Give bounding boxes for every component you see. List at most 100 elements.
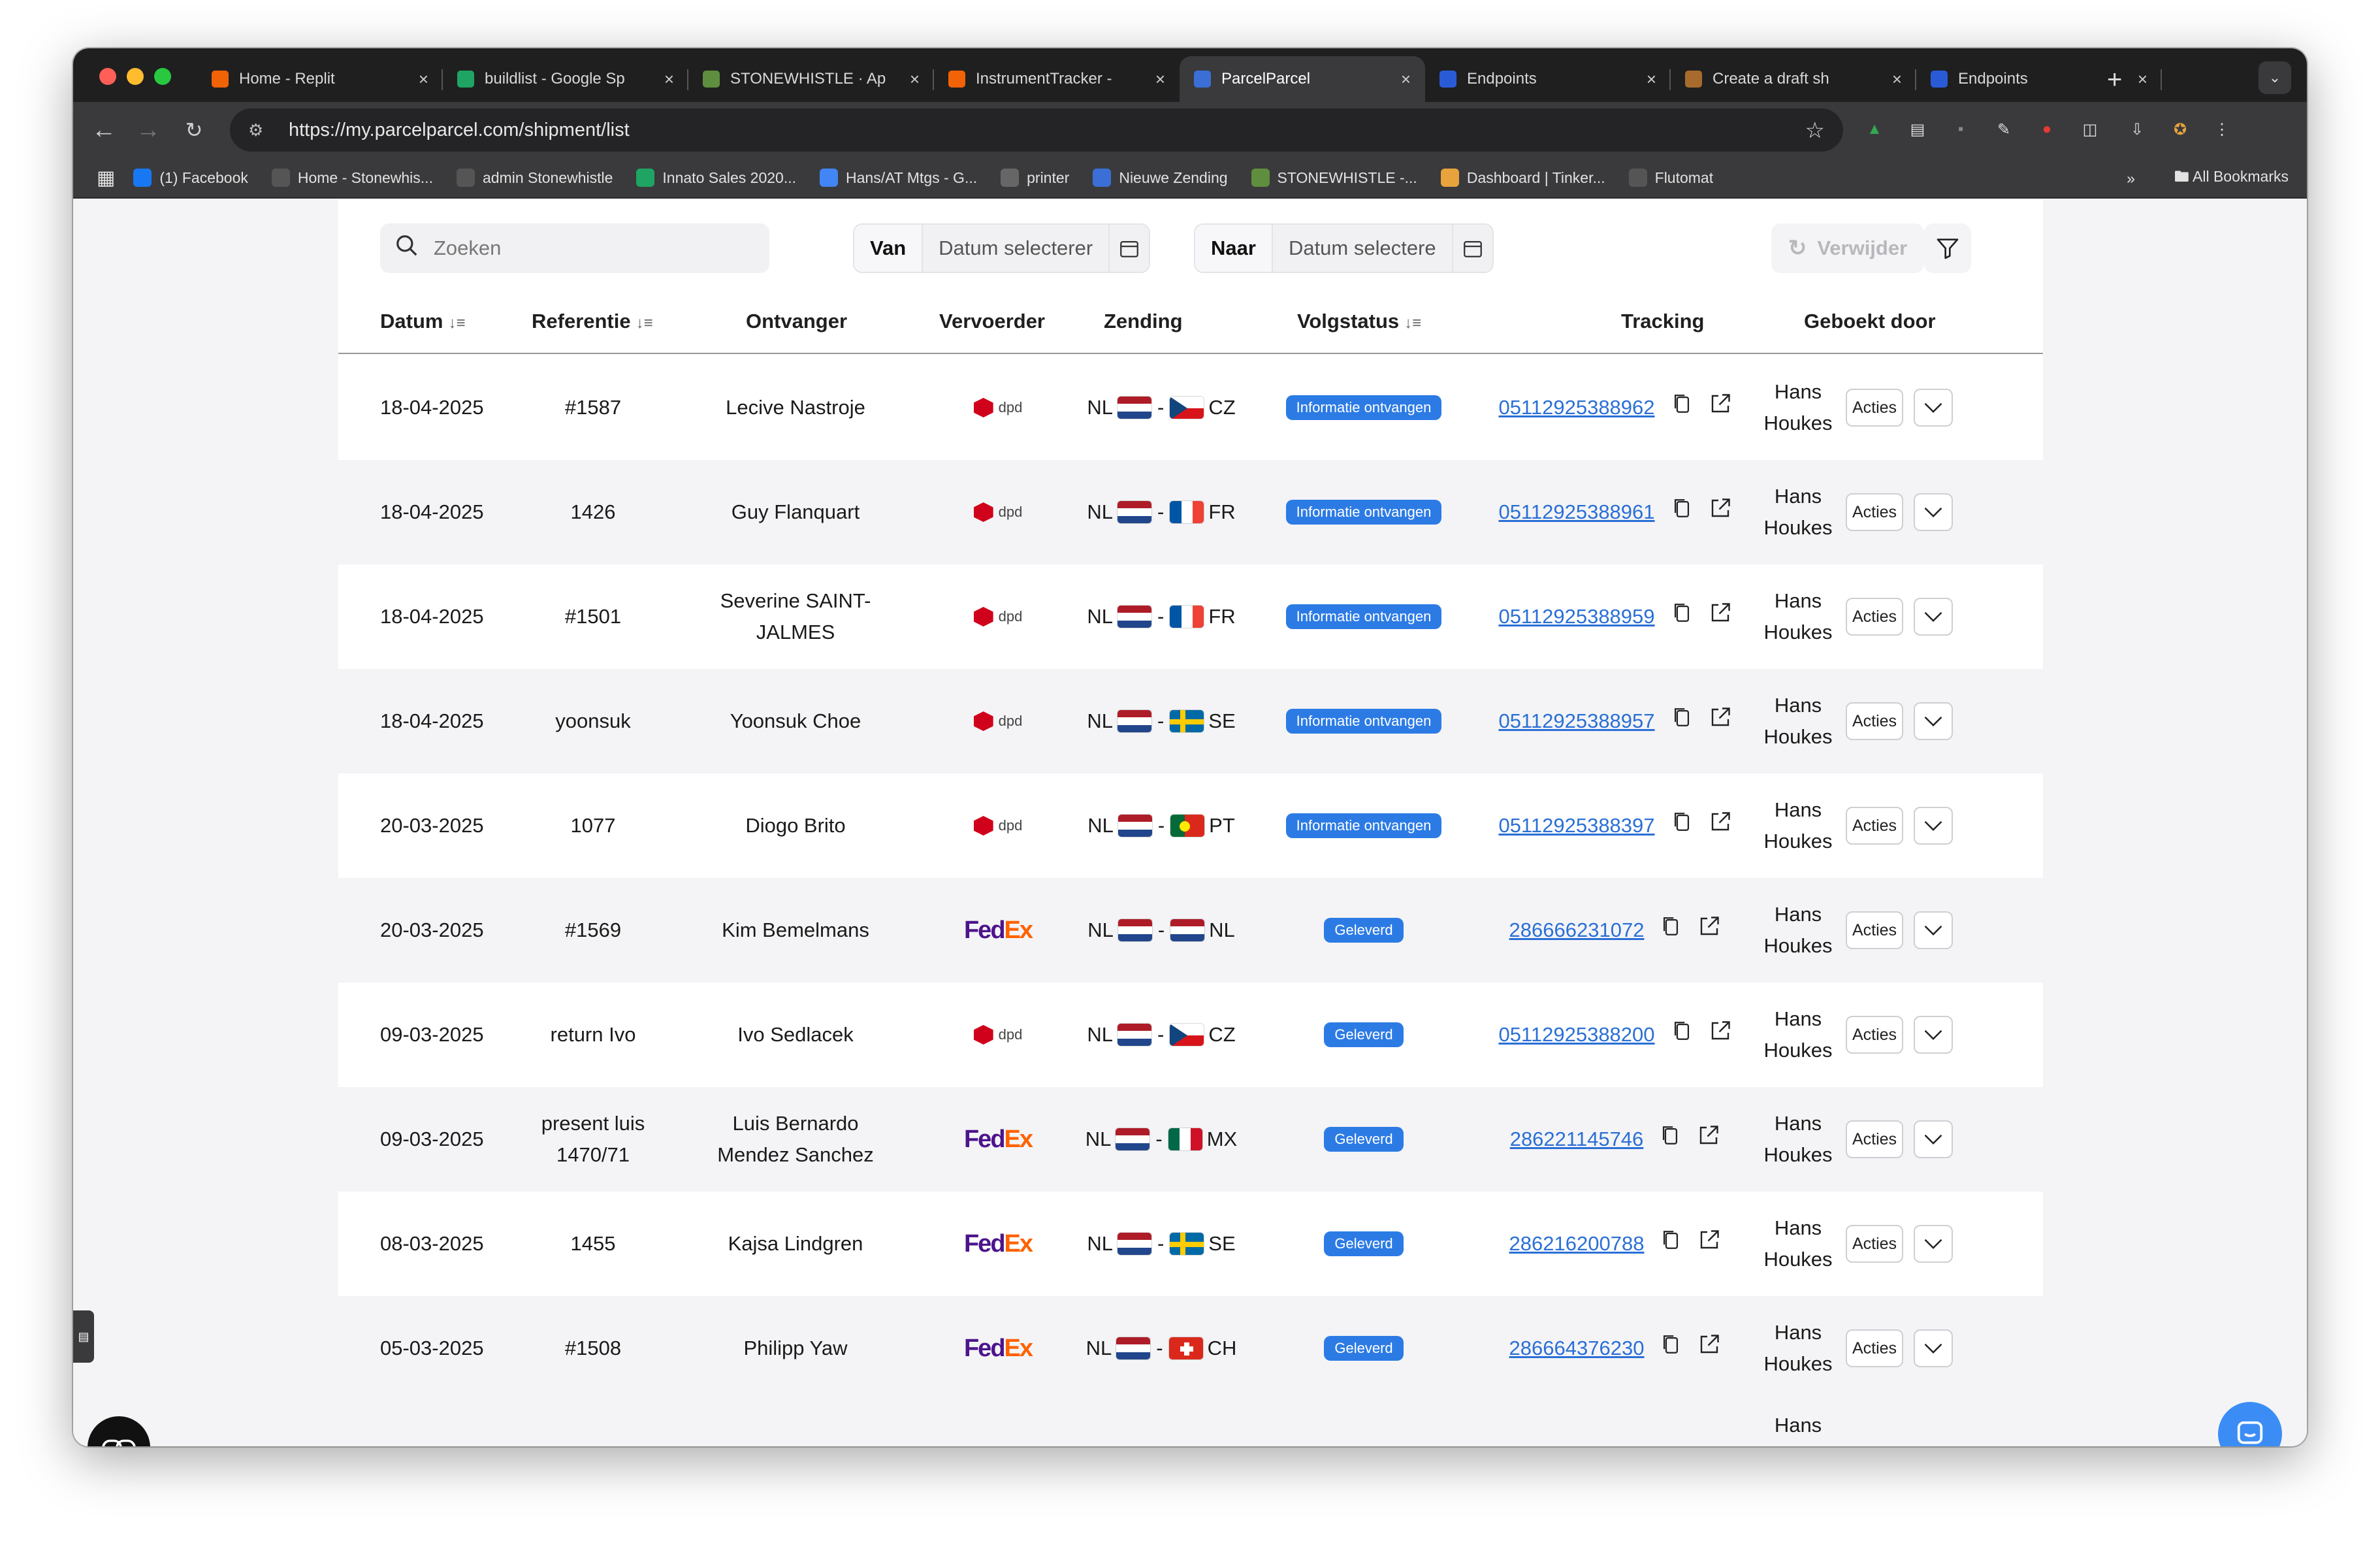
- external-link-icon[interactable]: [1709, 706, 1732, 738]
- zoom-window-button[interactable]: [154, 68, 171, 85]
- actions-button[interactable]: Acties: [1845, 807, 1904, 845]
- expand-row-button[interactable]: [1914, 911, 1954, 949]
- expand-row-button[interactable]: [1914, 807, 1954, 845]
- actions-button[interactable]: Acties: [1845, 1120, 1904, 1158]
- tab-6[interactable]: Endpoints ×: [1425, 56, 1671, 102]
- close-window-button[interactable]: [99, 68, 116, 85]
- external-link-icon[interactable]: [1697, 1124, 1720, 1156]
- close-tab-icon[interactable]: ×: [1401, 69, 1411, 89]
- column-reference[interactable]: Referentie ↓≡: [532, 310, 653, 333]
- calendar-icon[interactable]: [1110, 225, 1150, 272]
- external-link-icon[interactable]: [1709, 392, 1732, 424]
- tab-search-button[interactable]: ⌄: [2259, 61, 2291, 94]
- close-tab-icon[interactable]: ×: [1155, 69, 1165, 89]
- close-tab-icon[interactable]: ×: [664, 69, 674, 89]
- bookmark-star-icon[interactable]: ☆: [1805, 118, 1825, 144]
- tracking-link[interactable]: 286666231072: [1509, 915, 1645, 946]
- tracking-link[interactable]: 05112925388200: [1498, 1019, 1654, 1050]
- tracking-link[interactable]: 05112925388961: [1498, 496, 1654, 528]
- tab-3[interactable]: STONEWHISTLE · Ap ×: [688, 56, 934, 102]
- extensions-puzzle-icon[interactable]: ◫: [2077, 116, 2103, 142]
- tab-5[interactable]: ParcelParcel ×: [1180, 56, 1425, 102]
- new-tab-button[interactable]: +: [2107, 60, 2122, 99]
- bookmark-item[interactable]: Nieuwe Zending: [1093, 169, 1228, 187]
- expand-row-button[interactable]: [1914, 598, 1954, 636]
- actions-button[interactable]: Acties: [1845, 598, 1904, 636]
- tracking-link[interactable]: 05112925388962: [1498, 392, 1654, 423]
- close-tab-icon[interactable]: ×: [419, 69, 428, 89]
- minimize-window-button[interactable]: [127, 68, 144, 85]
- external-link-icon[interactable]: [1709, 810, 1732, 842]
- to-date-input[interactable]: Datum selectere: [1272, 225, 1453, 272]
- expand-row-button[interactable]: [1914, 389, 1954, 427]
- actions-button[interactable]: Acties: [1845, 493, 1904, 531]
- bookmark-item[interactable]: Flutomat: [1628, 169, 1713, 187]
- tab-2[interactable]: buildlist - Google Sp ×: [443, 56, 688, 102]
- address-bar[interactable]: ⚙ https://my.parcelparcel.com/shipment/l…: [230, 108, 1843, 152]
- delete-button[interactable]: ↻ Verwijder: [1771, 223, 1924, 273]
- copy-icon[interactable]: [1672, 601, 1692, 632]
- actions-button[interactable]: Acties: [1845, 702, 1904, 740]
- tracking-link[interactable]: 05112925388397: [1498, 810, 1654, 841]
- actions-button[interactable]: Acties: [1845, 1329, 1904, 1367]
- search-input[interactable]: Zoeken: [380, 223, 769, 273]
- expand-row-button[interactable]: [1914, 1225, 1954, 1263]
- column-date[interactable]: Datum ↓≡: [380, 310, 465, 333]
- extension-icon[interactable]: ▪: [1948, 116, 1974, 142]
- copy-icon[interactable]: [1672, 810, 1692, 841]
- copy-icon[interactable]: [1660, 1124, 1680, 1155]
- actions-button[interactable]: Acties: [1845, 1016, 1904, 1054]
- external-link-icon[interactable]: [1697, 1228, 1721, 1260]
- bookmark-item[interactable]: Hans/AT Mtgs - G...: [820, 169, 977, 187]
- expand-row-button[interactable]: [1914, 1120, 1954, 1158]
- site-info-icon[interactable]: ⚙: [248, 120, 274, 140]
- tab-8[interactable]: Endpoints ×: [1916, 56, 2162, 102]
- actions-button[interactable]: Acties: [1845, 389, 1904, 427]
- record-extension-icon[interactable]: ●: [2034, 116, 2060, 142]
- close-tab-icon[interactable]: ×: [2138, 69, 2147, 89]
- tab-1[interactable]: Home - Replit ×: [197, 56, 443, 102]
- filter-button[interactable]: [1924, 223, 1971, 273]
- bookmark-item[interactable]: Dashboard | Tinker...: [1440, 169, 1605, 187]
- close-tab-icon[interactable]: ×: [910, 69, 920, 89]
- tab-4[interactable]: InstrumentTracker - ×: [934, 56, 1180, 102]
- profile-avatar[interactable]: ✪: [2167, 116, 2193, 142]
- download-icon[interactable]: ⇩: [2124, 116, 2150, 142]
- copy-icon[interactable]: [1661, 1333, 1680, 1364]
- close-tab-icon[interactable]: ×: [1892, 69, 1902, 89]
- copy-icon[interactable]: [1672, 496, 1692, 528]
- apps-grid-icon[interactable]: ▦: [97, 167, 115, 189]
- expand-row-button[interactable]: [1914, 493, 1954, 531]
- external-link-icon[interactable]: [1709, 496, 1732, 528]
- tracking-link[interactable]: 05112925388959: [1498, 601, 1654, 632]
- expand-row-button[interactable]: [1914, 1016, 1954, 1054]
- copy-icon[interactable]: [1672, 392, 1692, 423]
- reload-button[interactable]: ↻: [178, 114, 210, 146]
- external-link-icon[interactable]: [1709, 1019, 1732, 1051]
- eyedropper-extension-icon[interactable]: ✎: [1991, 116, 2017, 142]
- external-link-icon[interactable]: [1697, 915, 1721, 947]
- bookmark-item[interactable]: STONEWHISTLE -...: [1251, 169, 1417, 187]
- expand-row-button[interactable]: [1914, 1329, 1954, 1367]
- close-tab-icon[interactable]: ×: [1647, 69, 1656, 89]
- tracking-link[interactable]: 05112925388957: [1498, 706, 1654, 737]
- copy-icon[interactable]: [1672, 1019, 1692, 1050]
- all-bookmarks-folder[interactable]: 🖿 All Bookmarks: [2174, 166, 2289, 191]
- more-bookmarks-icon[interactable]: »: [2127, 170, 2135, 187]
- drive-extension-icon[interactable]: ▲: [1861, 116, 1888, 142]
- external-link-icon[interactable]: [1697, 1333, 1721, 1365]
- expand-row-button[interactable]: [1914, 702, 1954, 740]
- copilot-button[interactable]: [88, 1416, 150, 1446]
- bookmark-item[interactable]: (1) Facebook: [133, 169, 248, 187]
- actions-button[interactable]: Acties: [1845, 1225, 1904, 1263]
- copy-icon[interactable]: [1661, 1228, 1680, 1259]
- from-date-input[interactable]: Datum selecterer: [923, 225, 1110, 272]
- tracking-link[interactable]: 286221145746: [1510, 1124, 1644, 1155]
- bookmark-item[interactable]: admin Stonewhistle: [456, 169, 613, 187]
- bookmark-item[interactable]: Innato Sales 2020...: [636, 169, 796, 187]
- bookmark-item[interactable]: printer: [1001, 169, 1069, 187]
- column-status[interactable]: Volgstatus ↓≡: [1297, 310, 1421, 333]
- chat-support-button[interactable]: [2218, 1402, 2282, 1446]
- calendar-icon[interactable]: [1453, 225, 1492, 272]
- notes-extension-icon[interactable]: ▤: [1905, 116, 1931, 142]
